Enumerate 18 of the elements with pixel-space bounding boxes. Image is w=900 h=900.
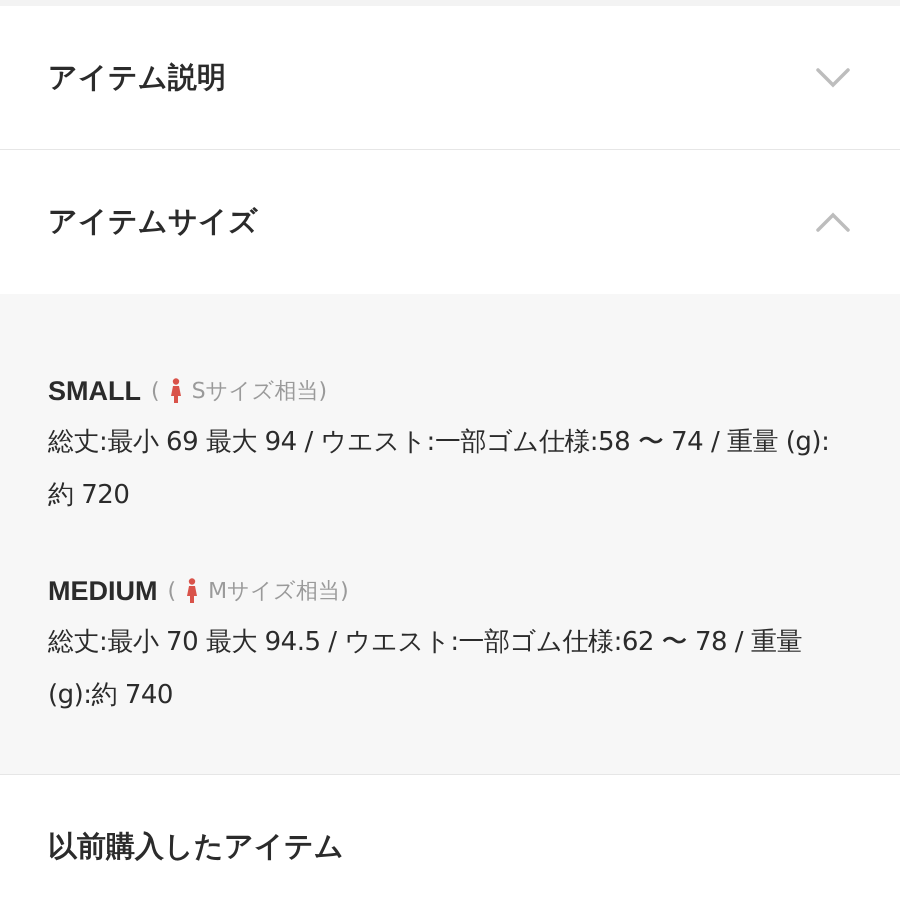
paren: ( [168,578,176,604]
section-title: アイテム説明 [48,58,226,96]
section-header[interactable]: アイテムサイズ [0,150,900,294]
size-equivalent: Mサイズ相当) [208,578,349,606]
section-header[interactable]: 以前購入したアイテム [0,775,900,900]
size-details: 総丈:最小 69 最大 94 / ウエスト:一部ゴム仕様:58 〜 74 / 重量 (g):約 720 [48,426,830,512]
chevron-down-icon[interactable] [816,68,850,88]
size-name: MEDIUM [48,576,158,606]
woman-figure-icon [170,378,182,404]
size-equivalent: Sサイズ相当) [192,378,328,406]
paren: ( [150,378,160,404]
size-name: SMALL [48,376,141,406]
section-title: アイテムサイズ [48,203,258,240]
section-header[interactable]: アイテム説明 [0,6,900,149]
chevron-up-icon[interactable] [816,212,850,232]
woman-figure-icon [186,578,198,604]
size-details: 総丈:最小 70 最大 94.5 / ウエスト:一部ゴム仕様:62 〜 78 / 重量 (g):約 740 [48,626,803,712]
section-title: 以前購入したアイテム [48,828,344,865]
